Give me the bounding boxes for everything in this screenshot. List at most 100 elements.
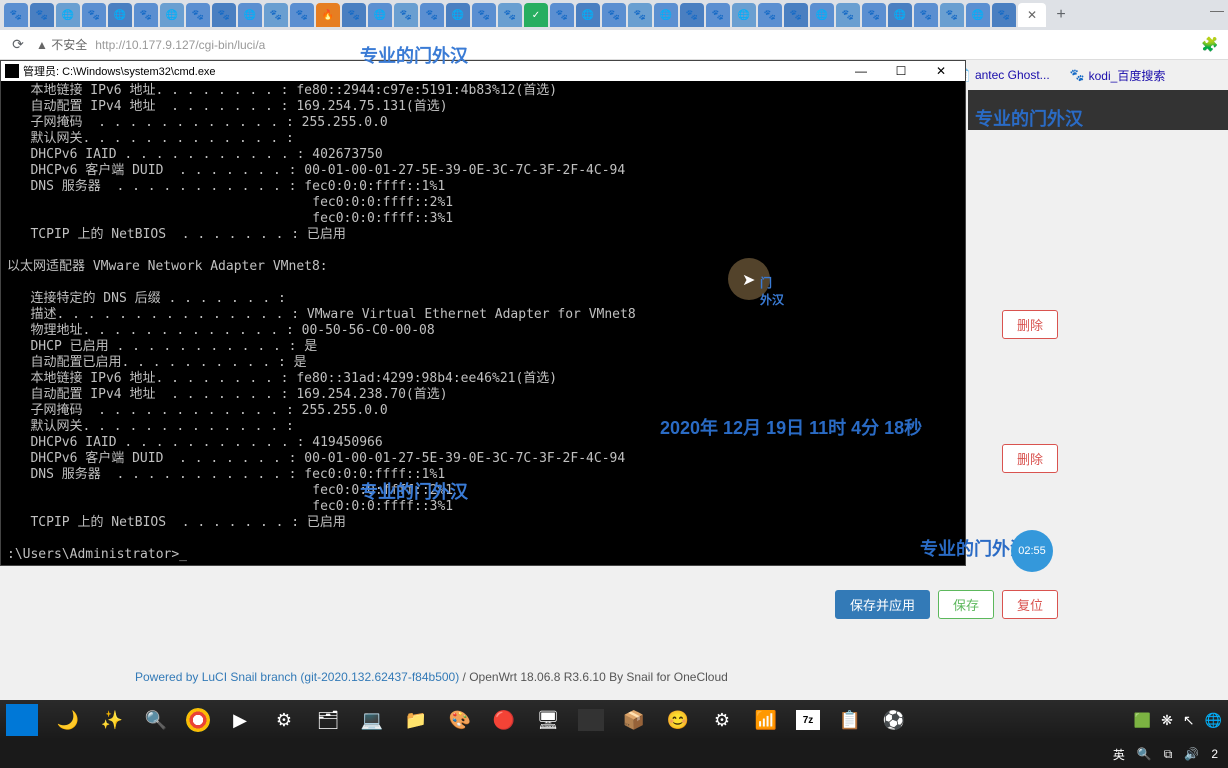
minimize-button[interactable]: — <box>841 61 881 81</box>
ime-indicator[interactable]: 英 <box>1113 746 1125 763</box>
tray-icon[interactable]: 🟩 <box>1134 712 1151 729</box>
cmd-title-text: 管理员: C:\Windows\system32\cmd.exe <box>23 63 841 79</box>
browser-tab[interactable]: 🐾 <box>992 3 1016 27</box>
browser-tab[interactable]: 🐾 <box>940 3 964 27</box>
taskbar-cmd[interactable] <box>578 709 604 731</box>
taskbar-app[interactable]: ⚽ <box>880 706 908 734</box>
tray-icon[interactable]: ❋ <box>1161 712 1173 729</box>
taskbar-app[interactable]: ▶ <box>226 706 254 734</box>
clock[interactable]: 2 <box>1211 747 1218 761</box>
start-button[interactable] <box>6 704 38 736</box>
maximize-button[interactable]: ☐ <box>881 61 921 81</box>
browser-tab[interactable]: 🐾 <box>602 3 626 27</box>
close-button[interactable]: ✕ <box>921 61 961 81</box>
browser-tab[interactable]: 🌐 <box>654 3 678 27</box>
browser-tab[interactable]: 🐾 <box>862 3 886 27</box>
browser-tab[interactable]: 🐾 <box>4 3 28 27</box>
browser-tab[interactable]: 🐾 <box>836 3 860 27</box>
cmd-window: 管理员: C:\Windows\system32\cmd.exe — ☐ ✕ 本… <box>0 60 966 566</box>
taskbar-7z[interactable]: 7z <box>796 710 820 730</box>
taskbar-chrome[interactable] <box>186 708 210 732</box>
browser-tab[interactable]: 🐾 <box>914 3 938 27</box>
browser-tab[interactable]: 🔥 <box>316 3 340 27</box>
browser-tab[interactable]: 🐾 <box>680 3 704 27</box>
taskbar-app[interactable]: 📋 <box>836 706 864 734</box>
reload-icon[interactable]: ⟳ <box>8 35 28 55</box>
save-apply-button[interactable]: 保存并应用 <box>835 590 930 619</box>
luci-header <box>968 90 1228 130</box>
cmd-titlebar[interactable]: 管理员: C:\Windows\system32\cmd.exe — ☐ ✕ <box>1 61 965 81</box>
browser-tab[interactable]: 🌐 <box>56 3 80 27</box>
browser-tab[interactable]: 🐾 <box>498 3 522 27</box>
taskbar-app[interactable]: 🔍 <box>142 706 170 734</box>
page-footer: Powered by LuCI Snail branch (git-2020.1… <box>135 670 728 684</box>
bookmark-item[interactable]: 🐾 kodi_百度搜索 <box>1070 67 1166 84</box>
browser-tab[interactable]: 🐾 <box>264 3 288 27</box>
tray-icon[interactable]: ↖ <box>1183 712 1195 729</box>
taskbar-app[interactable]: 😊 <box>664 706 692 734</box>
minimize-icon[interactable]: — <box>1210 2 1224 18</box>
save-button[interactable]: 保存 <box>938 590 994 619</box>
browser-tab[interactable]: 🌐 <box>732 3 756 27</box>
browser-tab[interactable]: 🌐 <box>966 3 990 27</box>
browser-tab[interactable]: 🐾 <box>420 3 444 27</box>
browser-tab[interactable]: 🐾 <box>628 3 652 27</box>
footer-link[interactable]: Powered by LuCI Snail branch (git-2020.1… <box>135 670 459 684</box>
browser-tab-strip: 🐾 🐾 🌐 🐾 🌐 🐾 🌐 🐾 🐾 🌐 🐾 🐾 🔥 🐾 🌐 🐾 🐾 🌐 🐾 🐾 … <box>0 0 1228 30</box>
browser-tab[interactable]: 🐾 <box>134 3 158 27</box>
browser-tab[interactable]: 🌐 <box>576 3 600 27</box>
browser-tab-active[interactable]: ✕ <box>1018 3 1046 27</box>
browser-tab[interactable]: 🐾 <box>342 3 366 27</box>
browser-tab[interactable]: 🌐 <box>446 3 470 27</box>
address-bar: ⟳ ▲ 不安全 http://10.177.9.127/cgi-bin/luci… <box>0 30 1228 60</box>
taskbar-app[interactable]: 💻 <box>358 706 386 734</box>
delete-button[interactable]: 删除 <box>1002 310 1058 339</box>
browser-tab[interactable]: 🐾 <box>290 3 314 27</box>
taskbar-app[interactable]: ⚙ <box>708 706 736 734</box>
taskbar-app[interactable]: ⚙ <box>270 706 298 734</box>
cursor-label: 门 外汉 <box>760 274 784 308</box>
taskbar-app[interactable]: 🎨 <box>446 706 474 734</box>
taskbar-app[interactable]: 📶 <box>752 706 780 734</box>
taskbar-app[interactable]: 🗂 <box>314 706 342 734</box>
security-warning: ▲ 不安全 <box>36 36 87 53</box>
browser-tab[interactable]: 🐾 <box>30 3 54 27</box>
browser-tab[interactable]: ✓ <box>524 3 548 27</box>
browser-tab[interactable]: 🐾 <box>472 3 496 27</box>
cmd-output[interactable]: 本地链接 IPv6 地址. . . . . . . . : fe80::2944… <box>1 81 965 565</box>
volume-icon[interactable]: 🔊 <box>1184 747 1199 761</box>
taskbar-app[interactable]: 🖥 <box>534 706 562 734</box>
new-tab-button[interactable]: + <box>1048 3 1074 27</box>
bookmark-item[interactable]: 📄 antec Ghost... <box>956 68 1050 82</box>
browser-tab[interactable]: 🌐 <box>888 3 912 27</box>
extension-icon[interactable]: 🧩 <box>1200 35 1220 55</box>
browser-tab[interactable]: 🌐 <box>238 3 262 27</box>
reset-button[interactable]: 复位 <box>1002 590 1058 619</box>
browser-tab[interactable]: 🌐 <box>108 3 132 27</box>
browser-tab[interactable]: 🐾 <box>784 3 808 27</box>
taskbar-app[interactable]: 📦 <box>620 706 648 734</box>
taskbar-app[interactable]: 📁 <box>402 706 430 734</box>
browser-tab[interactable]: 🌐 <box>810 3 834 27</box>
taskview-icon[interactable]: ⧉ <box>1164 747 1173 762</box>
browser-tab[interactable]: 🐾 <box>186 3 210 27</box>
luci-actions: 删除 <box>982 444 1058 473</box>
luci-actions: 删除 <box>982 310 1058 339</box>
taskbar-app[interactable]: 🌙 <box>54 706 82 734</box>
url-text[interactable]: http://10.177.9.127/cgi-bin/luci/a <box>95 38 265 52</box>
browser-tab[interactable]: 🐾 <box>758 3 782 27</box>
delete-button[interactable]: 删除 <box>1002 444 1058 473</box>
browser-tab[interactable]: 🐾 <box>706 3 730 27</box>
taskbar: 🌙 ✨ 🔍 ▶ ⚙ 🗂 💻 📁 🎨 🔴 🖥 📦 😊 ⚙ 📶 7z 📋 ⚽ 🟩 ❋… <box>0 700 1228 740</box>
browser-tab[interactable]: 🐾 <box>394 3 418 27</box>
taskbar-app[interactable]: ✨ <box>98 706 126 734</box>
search-icon[interactable]: 🔍 <box>1137 747 1152 761</box>
browser-tab[interactable]: 🌐 <box>160 3 184 27</box>
taskbar-secondary: 英 🔍 ⧉ 🔊 2 <box>0 740 1228 768</box>
browser-tab[interactable]: 🐾 <box>82 3 106 27</box>
tray-icon[interactable]: 🌐 <box>1205 712 1222 729</box>
browser-tab[interactable]: 🐾 <box>212 3 236 27</box>
browser-tab[interactable]: 🐾 <box>550 3 574 27</box>
taskbar-app[interactable]: 🔴 <box>490 706 518 734</box>
browser-tab[interactable]: 🌐 <box>368 3 392 27</box>
